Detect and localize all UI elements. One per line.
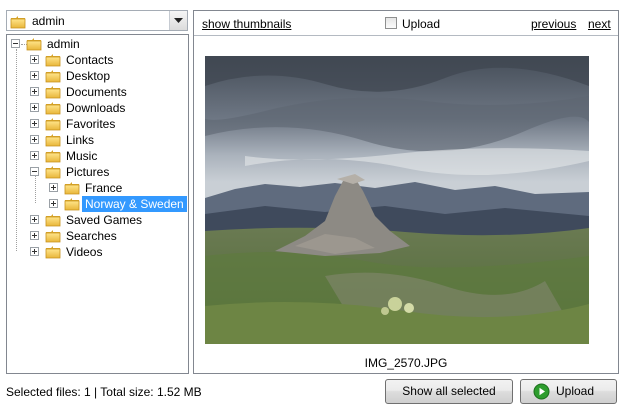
- collapse-toggle[interactable]: [30, 167, 39, 176]
- tree-node-label: Saved Games: [66, 213, 143, 227]
- upload-checkbox-label: Upload: [402, 17, 441, 31]
- tree-node-label: Videos: [66, 245, 103, 259]
- tree-node-label: Favorites: [66, 117, 116, 131]
- photo-preview: [205, 56, 589, 344]
- next-link[interactable]: next: [588, 17, 611, 31]
- tree-node-label: Downloads: [66, 101, 126, 115]
- image-viewer: show thumbnails Upload previous next IMG…: [193, 10, 619, 374]
- tree-node-label: Documents: [66, 85, 127, 99]
- upload-checkbox[interactable]: [385, 17, 397, 29]
- image-filename: IMG_2570.JPG: [364, 356, 448, 370]
- tree-node-label: admin: [47, 37, 80, 51]
- expand-toggle[interactable]: [49, 183, 58, 192]
- upload-button[interactable]: Upload: [520, 379, 617, 404]
- expand-toggle[interactable]: [30, 103, 39, 112]
- show-all-selected-label: Show all selected: [402, 384, 496, 398]
- folder-icon: [45, 117, 61, 131]
- tree-node-label: Links: [66, 133, 95, 147]
- folder-icon: [45, 149, 61, 163]
- expand-toggle[interactable]: [30, 119, 39, 128]
- selection-status: Selected files: 1 | Total size: 1.52 MB: [6, 385, 202, 399]
- folder-dropdown[interactable]: admin: [6, 10, 188, 31]
- collapse-toggle[interactable]: [11, 39, 20, 48]
- folder-icon: [45, 165, 61, 179]
- show-thumbnails-link[interactable]: show thumbnails: [202, 17, 291, 31]
- tree-node-label: Pictures: [66, 165, 110, 179]
- expand-toggle[interactable]: [30, 247, 39, 256]
- upload-button-label: Upload: [556, 384, 595, 398]
- expand-toggle[interactable]: [30, 151, 39, 160]
- folder-icon: [45, 245, 61, 259]
- tree-node-label: Desktop: [66, 69, 111, 83]
- folder-icon: [45, 213, 61, 227]
- folder-icon: [64, 181, 80, 195]
- expand-toggle[interactable]: [30, 135, 39, 144]
- expand-toggle[interactable]: [30, 55, 39, 64]
- expand-toggle[interactable]: [30, 231, 39, 240]
- expand-toggle[interactable]: [30, 71, 39, 80]
- folder-icon: [45, 53, 61, 67]
- folder-icon: [45, 229, 61, 243]
- folder-icon: [26, 37, 42, 51]
- play-icon: [533, 383, 550, 400]
- folder-dropdown-value: admin: [32, 14, 65, 28]
- tree-node-label: Searches: [66, 229, 117, 243]
- tree-node-label-selected: Norway & Sweden: [82, 196, 187, 212]
- folder-icon: [45, 101, 61, 115]
- folder-icon: [64, 197, 80, 211]
- viewer-toolbar: show thumbnails Upload previous next: [194, 11, 618, 35]
- folder-icon: [10, 15, 26, 29]
- tree-node-label: Music: [66, 149, 98, 163]
- expand-toggle[interactable]: [30, 215, 39, 224]
- expand-toggle[interactable]: [30, 87, 39, 96]
- folder-icon: [45, 85, 61, 99]
- toolbar-divider: [194, 35, 618, 36]
- tree-node-label: France: [85, 181, 123, 195]
- chevron-down-icon: [174, 18, 183, 23]
- folder-tree[interactable]: admin Contacts Desktop Documents Downloa…: [6, 34, 189, 374]
- folder-icon: [45, 69, 61, 83]
- dropdown-button[interactable]: [169, 11, 187, 30]
- expand-toggle[interactable]: [49, 199, 58, 208]
- previous-link[interactable]: previous: [531, 17, 576, 31]
- show-all-selected-button[interactable]: Show all selected: [385, 379, 513, 404]
- tree-node-label: Contacts: [66, 53, 114, 67]
- folder-icon: [45, 133, 61, 147]
